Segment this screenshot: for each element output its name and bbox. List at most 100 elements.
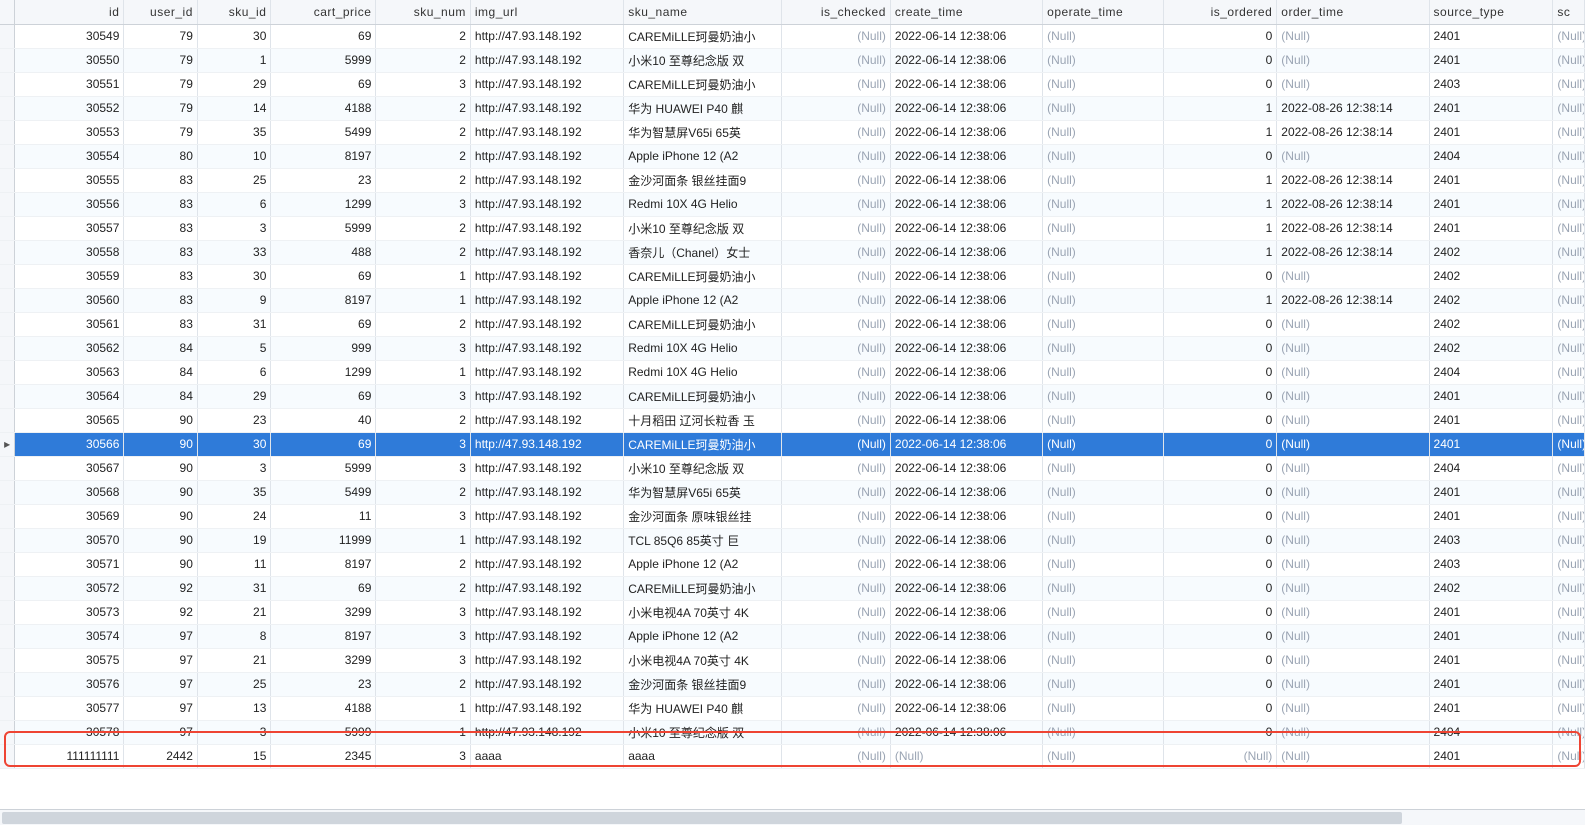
cell-sku_id[interactable]: 35 (197, 480, 271, 504)
table-row[interactable]: 305517929693http://47.93.148.192CAREMiLL… (0, 72, 1585, 96)
cell-operate_time[interactable]: (Null) (1043, 168, 1164, 192)
cell-is_ordered[interactable]: 0 (1163, 408, 1276, 432)
cell-operate_time[interactable]: (Null) (1043, 240, 1164, 264)
cell-sku_num[interactable]: 3 (376, 384, 471, 408)
cell-operate_time[interactable]: (Null) (1043, 600, 1164, 624)
cell-is_ordered[interactable]: 0 (1163, 384, 1276, 408)
cell-sc[interactable]: (Null) (1553, 696, 1585, 720)
cell-img_url[interactable]: http://47.93.148.192 (470, 696, 623, 720)
cell-is_ordered[interactable]: 1 (1163, 240, 1276, 264)
cell-cart_price[interactable]: 4188 (271, 696, 376, 720)
cell-sku_num[interactable]: 2 (376, 552, 471, 576)
col-header-gutter[interactable] (0, 0, 15, 24)
cell-id[interactable]: 30570 (15, 528, 124, 552)
cell-is_checked[interactable]: (Null) (781, 120, 890, 144)
cell-cart_price[interactable]: 23 (271, 672, 376, 696)
cell-sku_id[interactable]: 1 (197, 48, 271, 72)
cell-source_type[interactable]: 2401 (1429, 672, 1553, 696)
table-row[interactable]: 305648429693http://47.93.148.192CAREMiLL… (0, 384, 1585, 408)
cell-cart_price[interactable]: 8197 (271, 624, 376, 648)
cell-sku_id[interactable]: 24 (197, 504, 271, 528)
table-row[interactable]: 3056384612991http://47.93.148.192Redmi 1… (0, 360, 1585, 384)
cell-cart_price[interactable]: 23 (271, 168, 376, 192)
cell-create_time[interactable]: 2022-06-14 12:38:06 (890, 24, 1042, 48)
col-header-operate_time[interactable]: operate_time (1043, 0, 1164, 24)
cell-id[interactable]: 30567 (15, 456, 124, 480)
cell-source_type[interactable]: 2401 (1429, 504, 1553, 528)
cell-is_ordered[interactable]: 0 (1163, 144, 1276, 168)
cell-source_type[interactable]: 2404 (1429, 144, 1553, 168)
cell-cart_price[interactable]: 69 (271, 264, 376, 288)
cell-cart_price[interactable]: 3299 (271, 600, 376, 624)
cell-operate_time[interactable]: (Null) (1043, 648, 1164, 672)
cell-sku_num[interactable]: 2 (376, 216, 471, 240)
cell-operate_time[interactable]: (Null) (1043, 96, 1164, 120)
col-header-source_type[interactable]: source_type (1429, 0, 1553, 24)
cell-create_time[interactable]: 2022-06-14 12:38:06 (890, 312, 1042, 336)
table-row[interactable]: 30573922132993http://47.93.148.192小米电视4A… (0, 600, 1585, 624)
cell-sku_id[interactable]: 3 (197, 720, 271, 744)
cell-is_checked[interactable]: (Null) (781, 336, 890, 360)
cell-source_type[interactable]: 2401 (1429, 480, 1553, 504)
cell-user_id[interactable]: 2442 (124, 744, 198, 768)
cell-source_type[interactable]: 2401 (1429, 624, 1553, 648)
table-row[interactable]: 305497930692http://47.93.148.192CAREMiLL… (0, 24, 1585, 48)
cell-create_time[interactable]: 2022-06-14 12:38:06 (890, 672, 1042, 696)
cell-cart_price[interactable]: 8197 (271, 288, 376, 312)
cell-operate_time[interactable]: (Null) (1043, 720, 1164, 744)
cell-cart_price[interactable]: 4188 (271, 96, 376, 120)
cell-sc[interactable]: (Null) (1553, 648, 1585, 672)
cell-img_url[interactable]: http://47.93.148.192 (470, 168, 623, 192)
table-row[interactable]: 30575972132993http://47.93.148.192小米电视4A… (0, 648, 1585, 672)
cell-sku_id[interactable]: 8 (197, 624, 271, 648)
cell-sku_num[interactable]: 1 (376, 720, 471, 744)
cell-operate_time[interactable]: (Null) (1043, 216, 1164, 240)
cell-order_time[interactable]: (Null) (1277, 696, 1429, 720)
cell-sku_num[interactable]: 3 (376, 192, 471, 216)
horizontal-scrollbar[interactable] (0, 809, 1585, 825)
cell-order_time[interactable]: (Null) (1277, 744, 1429, 768)
table-row[interactable]: 305709019119991http://47.93.148.192TCL 8… (0, 528, 1585, 552)
cell-img_url[interactable]: http://47.93.148.192 (470, 720, 623, 744)
cell-sku_num[interactable]: 2 (376, 96, 471, 120)
cell-sc[interactable]: (Null) (1553, 720, 1585, 744)
cell-user_id[interactable]: 84 (124, 360, 198, 384)
cell-source_type[interactable]: 2401 (1429, 24, 1553, 48)
cell-sku_name[interactable]: 金沙河面条 原味银丝挂 (624, 504, 782, 528)
cell-img_url[interactable]: http://47.93.148.192 (470, 624, 623, 648)
cell-source_type[interactable]: 2402 (1429, 264, 1553, 288)
cell-sku_num[interactable]: 2 (376, 120, 471, 144)
cell-sc[interactable]: (Null) (1553, 48, 1585, 72)
cell-is_checked[interactable]: (Null) (781, 24, 890, 48)
cell-img_url[interactable]: http://47.93.148.192 (470, 648, 623, 672)
cell-sku_id[interactable]: 6 (197, 192, 271, 216)
cell-id[interactable]: 30578 (15, 720, 124, 744)
cell-create_time[interactable]: 2022-06-14 12:38:06 (890, 696, 1042, 720)
cell-img_url[interactable]: http://47.93.148.192 (470, 312, 623, 336)
cell-create_time[interactable]: 2022-06-14 12:38:06 (890, 336, 1042, 360)
cell-cart_price[interactable]: 40 (271, 408, 376, 432)
cell-is_ordered[interactable]: 0 (1163, 360, 1276, 384)
cell-sku_num[interactable]: 2 (376, 312, 471, 336)
cell-sku_num[interactable]: 2 (376, 408, 471, 432)
cell-sku_id[interactable]: 30 (197, 264, 271, 288)
cell-is_ordered[interactable]: 0 (1163, 456, 1276, 480)
cell-sku_name[interactable]: 金沙河面条 银丝挂面9 (624, 168, 782, 192)
cell-source_type[interactable]: 2402 (1429, 576, 1553, 600)
table-row[interactable]: 11111111124421523453aaaaaaaa(Null)(Null)… (0, 744, 1585, 768)
cell-is_ordered[interactable]: 0 (1163, 48, 1276, 72)
cell-sku_name[interactable]: CAREMiLLE珂曼奶油小 (624, 432, 782, 456)
cell-create_time[interactable]: 2022-06-14 12:38:06 (890, 360, 1042, 384)
cell-create_time[interactable]: 2022-06-14 12:38:06 (890, 384, 1042, 408)
cell-sku_name[interactable]: 华为智慧屏V65i 65英 (624, 480, 782, 504)
cell-cart_price[interactable]: 999 (271, 336, 376, 360)
cell-img_url[interactable]: http://47.93.148.192 (470, 480, 623, 504)
table-row[interactable]: ▸305669030693http://47.93.148.192CAREMiL… (0, 432, 1585, 456)
cell-sku_name[interactable]: CAREMiLLE珂曼奶油小 (624, 72, 782, 96)
cell-order_time[interactable]: (Null) (1277, 312, 1429, 336)
cell-order_time[interactable]: (Null) (1277, 600, 1429, 624)
cell-cart_price[interactable]: 69 (271, 24, 376, 48)
cell-sc[interactable]: (Null) (1553, 24, 1585, 48)
cell-is_checked[interactable]: (Null) (781, 552, 890, 576)
cell-sku_id[interactable]: 13 (197, 696, 271, 720)
